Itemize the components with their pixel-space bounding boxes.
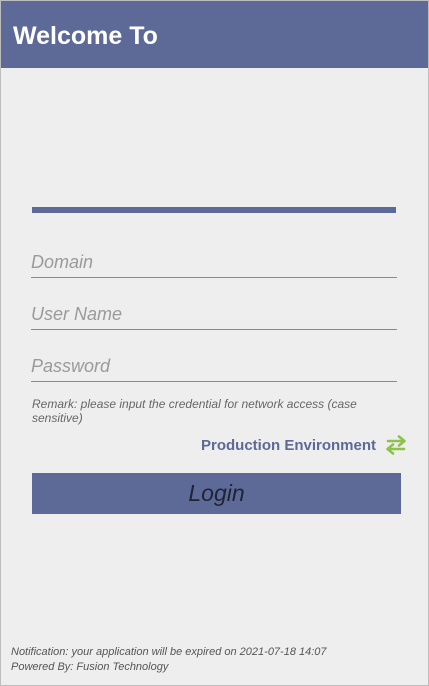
- powered-by: Powered By: Fusion Technology: [11, 661, 169, 673]
- footer: Notification: your application will be e…: [11, 645, 327, 675]
- domain-input[interactable]: [31, 247, 397, 278]
- app-bar: Welcome To: [1, 1, 428, 68]
- app-title: Welcome To: [13, 22, 158, 50]
- login-button[interactable]: Login: [32, 473, 401, 514]
- environment-label: Production Environment: [201, 436, 377, 454]
- expiry-notification: Notification: your application will be e…: [11, 646, 327, 658]
- password-input[interactable]: [31, 351, 397, 382]
- app-screen: Welcome To Remark: please input the cred…: [1, 1, 428, 685]
- logo-divider-bar: [32, 207, 396, 213]
- environment-switch[interactable]: Production Environment: [201, 434, 408, 456]
- credential-remark: Remark: please input the credential for …: [32, 397, 357, 425]
- username-input[interactable]: [31, 299, 397, 330]
- swap-arrows-icon[interactable]: [384, 435, 408, 455]
